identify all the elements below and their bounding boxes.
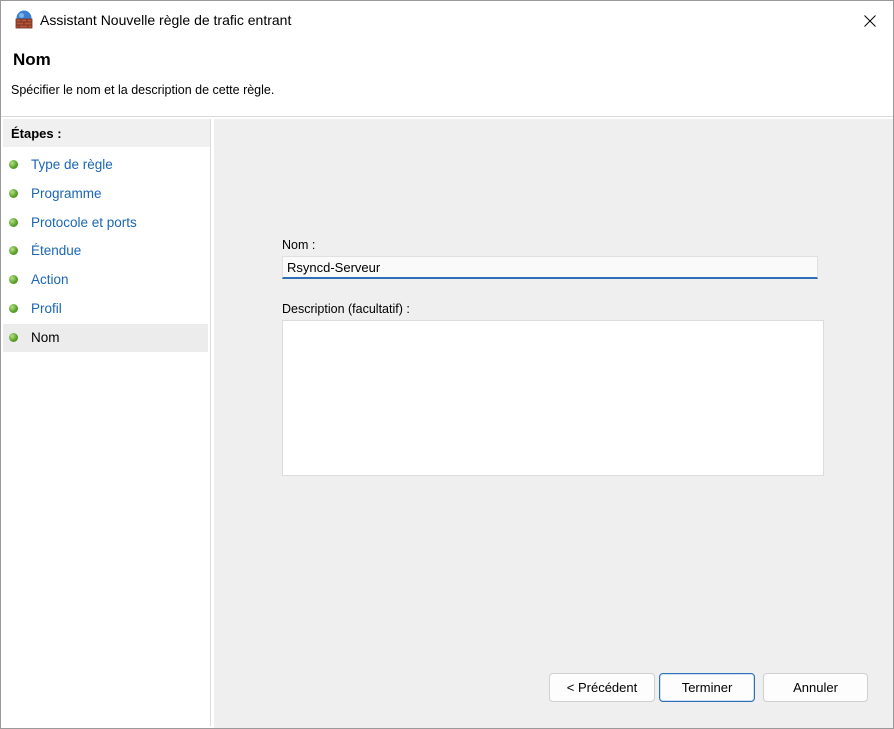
step-label: Action	[31, 272, 69, 287]
description-input[interactable]	[282, 320, 824, 476]
step-nom[interactable]: Nom	[3, 324, 208, 352]
step-type-de-regle[interactable]: Type de règle	[3, 151, 208, 179]
main-pane: Nom : Description (facultatif) : < Précé…	[214, 119, 893, 728]
steps-pane: Étapes : Type de règle Programme Protoco…	[3, 119, 211, 726]
description-label: Description (facultatif) :	[282, 302, 410, 316]
name-label: Nom :	[282, 238, 316, 252]
window-title: Assistant Nouvelle règle de trafic entra…	[40, 12, 292, 28]
firewall-brick-icon	[15, 10, 33, 29]
steps-header: Étapes :	[3, 119, 210, 147]
step-label: Étendue	[31, 243, 82, 258]
page-title: Nom	[13, 50, 51, 69]
name-input[interactable]	[282, 256, 818, 279]
finish-button[interactable]: Terminer	[659, 673, 755, 702]
step-programme[interactable]: Programme	[3, 180, 208, 208]
green-dot-icon	[9, 189, 18, 198]
green-dot-icon	[9, 333, 18, 342]
green-dot-icon	[9, 275, 18, 284]
close-button[interactable]	[847, 1, 893, 41]
step-protocole-et-ports[interactable]: Protocole et ports	[3, 209, 208, 237]
step-profil[interactable]: Profil	[3, 295, 208, 323]
page-subtitle: Spécifier le nom et la description de ce…	[11, 83, 275, 97]
close-icon	[864, 15, 876, 27]
step-label: Programme	[31, 186, 102, 201]
green-dot-icon	[9, 246, 18, 255]
step-label: Profil	[31, 301, 62, 316]
title-bar: Assistant Nouvelle règle de trafic entra…	[1, 1, 893, 41]
step-label: Protocole et ports	[31, 215, 137, 230]
steps-heading: Étapes :	[11, 126, 62, 141]
step-etendue[interactable]: Étendue	[3, 237, 208, 265]
wizard-window: Assistant Nouvelle règle de trafic entra…	[0, 0, 894, 729]
previous-button[interactable]: < Précédent	[549, 673, 655, 702]
green-dot-icon	[9, 304, 18, 313]
cancel-button[interactable]: Annuler	[763, 673, 868, 702]
green-dot-icon	[9, 218, 18, 227]
step-label: Nom	[31, 330, 60, 345]
step-label: Type de règle	[31, 157, 113, 172]
wizard-header: Nom Spécifier le nom et la description d…	[1, 41, 893, 117]
green-dot-icon	[9, 160, 18, 169]
step-action[interactable]: Action	[3, 266, 208, 294]
